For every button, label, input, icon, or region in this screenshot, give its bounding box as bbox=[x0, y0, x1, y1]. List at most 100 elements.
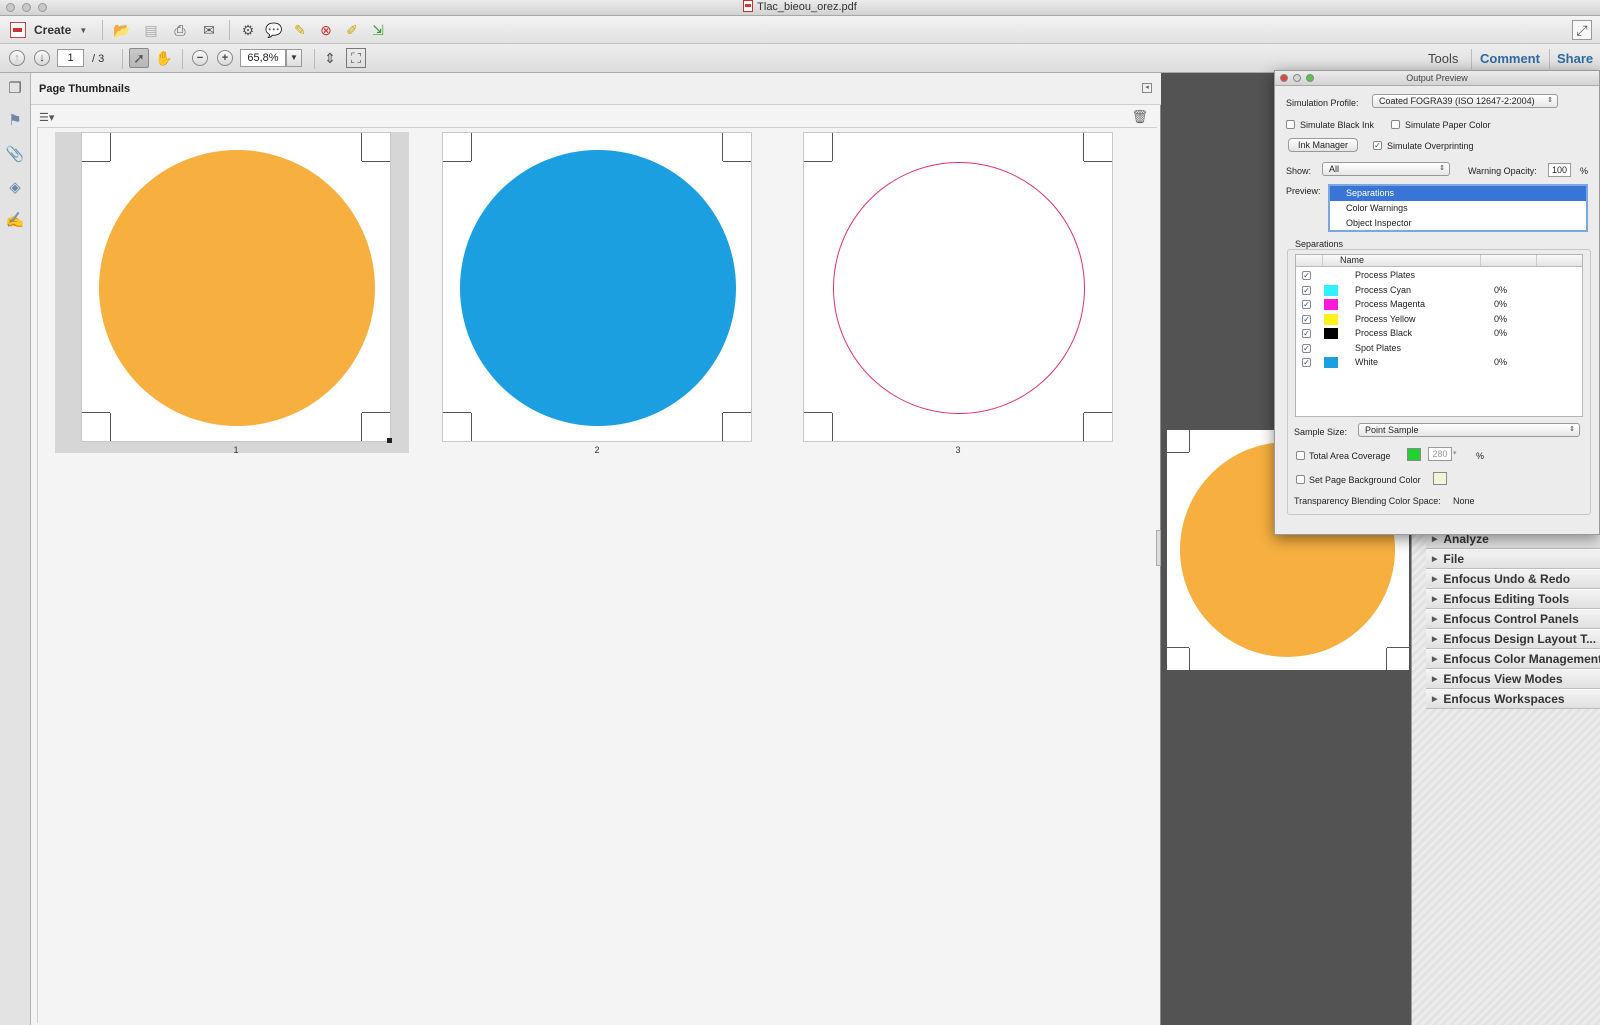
highlight-icon[interactable]: ✎ bbox=[290, 20, 310, 40]
print-icon[interactable]: ⎙ bbox=[170, 20, 190, 40]
set-page-background-checkbox[interactable] bbox=[1296, 475, 1305, 484]
tac-value-input[interactable]: 280 bbox=[1428, 447, 1452, 461]
email-icon[interactable]: ✉ bbox=[199, 20, 219, 40]
page-number-input[interactable]: 1 bbox=[57, 49, 84, 67]
zoom-in-button[interactable]: + bbox=[217, 50, 233, 66]
attachments-icon[interactable]: 📎 bbox=[6, 145, 25, 163]
delete-page-icon[interactable]: ⊗ bbox=[316, 20, 336, 40]
fit-width-icon[interactable]: ⇕ bbox=[320, 48, 340, 68]
layers-icon[interactable]: ◈ bbox=[6, 178, 24, 196]
simulation-profile-select[interactable]: Coated FOGRA39 (ISO 12647-2:2004) ⇕ bbox=[1372, 94, 1558, 108]
tool-panel-workspaces[interactable]: ▶ Enfocus Workspaces bbox=[1426, 689, 1600, 709]
disclosure-triangle-icon: ▶ bbox=[1432, 656, 1438, 663]
zoom-level-input[interactable]: 65,8% bbox=[240, 49, 286, 67]
simulate-black-ink-checkbox[interactable] bbox=[1286, 120, 1295, 129]
minimize-window-button[interactable] bbox=[22, 3, 31, 12]
separation-row[interactable]: ✓ Process Cyan 0% bbox=[1296, 283, 1582, 297]
navigation-pane: ❐ ⚑ 📎 ◈ ✍ bbox=[0, 73, 31, 1025]
share-tab[interactable]: Share bbox=[1557, 51, 1593, 66]
tool-panel-control-panels[interactable]: ▶ Enfocus Control Panels bbox=[1426, 609, 1600, 629]
page-thumbnails-icon[interactable]: ❐ bbox=[6, 79, 24, 97]
separation-row[interactable]: ✓ Process Black 0% bbox=[1296, 326, 1582, 340]
separation-row[interactable]: ✓ Spot Plates bbox=[1296, 341, 1582, 355]
trash-icon[interactable]: 🗑 bbox=[1131, 109, 1148, 125]
separation-row[interactable]: ✓ Process Plates bbox=[1296, 268, 1582, 282]
toolbar-separator bbox=[1549, 49, 1550, 69]
total-area-coverage-checkbox[interactable] bbox=[1296, 451, 1305, 460]
previous-page-button[interactable]: ↑ bbox=[9, 50, 25, 66]
fit-page-icon[interactable]: ⛶ bbox=[346, 48, 366, 68]
page-number-label: 3 bbox=[955, 445, 961, 455]
tool-panel-color-management[interactable]: ▶ Enfocus Color Management bbox=[1426, 649, 1600, 669]
sample-size-select[interactable]: Point Sample ⇕ bbox=[1358, 423, 1580, 437]
separation-coverage: 0% bbox=[1494, 357, 1508, 367]
preview-option-object-inspector[interactable]: Object Inspector bbox=[1330, 216, 1586, 231]
disclosure-triangle-icon: ▶ bbox=[1432, 556, 1438, 563]
comment-bubble-icon[interactable]: 💬 bbox=[264, 20, 284, 40]
dialog-zoom-button[interactable] bbox=[1306, 74, 1314, 82]
page-thumbnail-2[interactable] bbox=[442, 132, 752, 442]
preview-option-color-warnings[interactable]: Color Warnings bbox=[1330, 201, 1586, 216]
tac-dropdown-icon[interactable]: ▾ bbox=[1453, 449, 1457, 457]
dialog-close-button[interactable] bbox=[1280, 74, 1288, 82]
window-titlebar: Tlac_bieou_orez.pdf bbox=[0, 0, 1600, 16]
tools-tab[interactable]: Tools bbox=[1428, 51, 1458, 66]
tool-panel-view-modes[interactable]: ▶ Enfocus View Modes bbox=[1426, 669, 1600, 689]
gear-icon[interactable]: ⚙ bbox=[238, 20, 258, 40]
expand-icon[interactable]: ⤢ bbox=[1572, 20, 1592, 40]
next-page-button[interactable]: ↓ bbox=[34, 50, 50, 66]
simulate-overprinting-checkbox[interactable]: ✓ bbox=[1373, 141, 1382, 150]
separation-visible-checkbox[interactable]: ✓ bbox=[1302, 271, 1311, 280]
create-button[interactable]: Create ▼ bbox=[10, 20, 87, 40]
separation-visible-checkbox[interactable]: ✓ bbox=[1302, 314, 1311, 324]
separation-visible-checkbox[interactable]: ✓ bbox=[1302, 300, 1311, 309]
tool-panel-editing-tools[interactable]: ▶ Enfocus Editing Tools bbox=[1426, 589, 1600, 609]
preview-option-separations[interactable]: Separations bbox=[1330, 186, 1586, 201]
zoom-dropdown-button[interactable]: ▼ bbox=[286, 49, 302, 67]
bookmarks-icon[interactable]: ⚑ bbox=[6, 111, 24, 129]
toolbar-separator bbox=[122, 49, 123, 69]
ink-color-swatch bbox=[1324, 313, 1338, 325]
open-folder-icon[interactable]: 📂 bbox=[112, 20, 132, 40]
separation-row[interactable]: ✓ Process Yellow 0% bbox=[1296, 312, 1582, 326]
sample-size-value: Point Sample bbox=[1365, 425, 1419, 435]
zoom-window-button[interactable] bbox=[38, 3, 47, 12]
separation-visible-checkbox[interactable]: ✓ bbox=[1302, 329, 1311, 338]
tool-panel-design-layout[interactable]: ▶ Enfocus Design Layout T... bbox=[1426, 629, 1600, 649]
tool-panel-label: Enfocus Design Layout T... bbox=[1443, 632, 1597, 646]
separation-visible-checkbox[interactable]: ✓ bbox=[1302, 285, 1311, 295]
warning-opacity-input[interactable]: 100 bbox=[1548, 163, 1571, 177]
signatures-icon[interactable]: ✍ bbox=[6, 211, 25, 229]
toolbar-separator bbox=[229, 20, 230, 40]
show-select[interactable]: All ⇕ bbox=[1322, 162, 1450, 176]
simulate-paper-color-label: Simulate Paper Color bbox=[1405, 120, 1491, 130]
separation-row[interactable]: ✓ Process Magenta 0% bbox=[1296, 297, 1582, 311]
export-icon[interactable]: ⇲ bbox=[368, 20, 388, 40]
separation-visible-checkbox[interactable]: ✓ bbox=[1302, 358, 1311, 367]
edit-document-icon[interactable]: ✐ bbox=[342, 20, 362, 40]
thumbnail-options-icon[interactable]: ☰▾ bbox=[39, 111, 54, 124]
tac-color-swatch[interactable] bbox=[1407, 448, 1421, 461]
zoom-out-button[interactable]: − bbox=[192, 50, 208, 66]
toolbar-separator bbox=[1471, 49, 1472, 69]
resize-handle[interactable] bbox=[387, 438, 392, 443]
ink-manager-button[interactable]: Ink Manager bbox=[1288, 138, 1358, 152]
simulate-paper-color-checkbox[interactable] bbox=[1391, 120, 1400, 129]
hand-tool-button[interactable]: ✋ bbox=[154, 48, 174, 68]
separation-visible-checkbox[interactable]: ✓ bbox=[1302, 343, 1311, 353]
separation-row[interactable]: ✓ White 0% bbox=[1296, 355, 1582, 369]
save-icon[interactable]: ▤ bbox=[141, 20, 161, 40]
simulation-profile-value: Coated FOGRA39 (ISO 12647-2:2004) bbox=[1379, 96, 1535, 106]
close-window-button[interactable] bbox=[6, 3, 15, 12]
tool-panel-label: Enfocus View Modes bbox=[1443, 672, 1563, 686]
collapse-panel-icon[interactable]: ◂ bbox=[1142, 83, 1152, 93]
select-tool-button[interactable]: ➚ bbox=[129, 48, 149, 68]
page-background-color-swatch[interactable] bbox=[1433, 472, 1447, 485]
page-thumbnail-1[interactable] bbox=[81, 132, 392, 443]
tool-panel-file[interactable]: ▶ File bbox=[1426, 549, 1600, 569]
tool-panel-undo-redo[interactable]: ▶ Enfocus Undo & Redo bbox=[1426, 569, 1600, 589]
comment-tab[interactable]: Comment bbox=[1480, 51, 1540, 66]
page-thumbnail-3[interactable] bbox=[803, 132, 1113, 442]
preview-label: Preview: bbox=[1286, 186, 1321, 196]
dialog-minimize-button[interactable] bbox=[1293, 74, 1301, 82]
